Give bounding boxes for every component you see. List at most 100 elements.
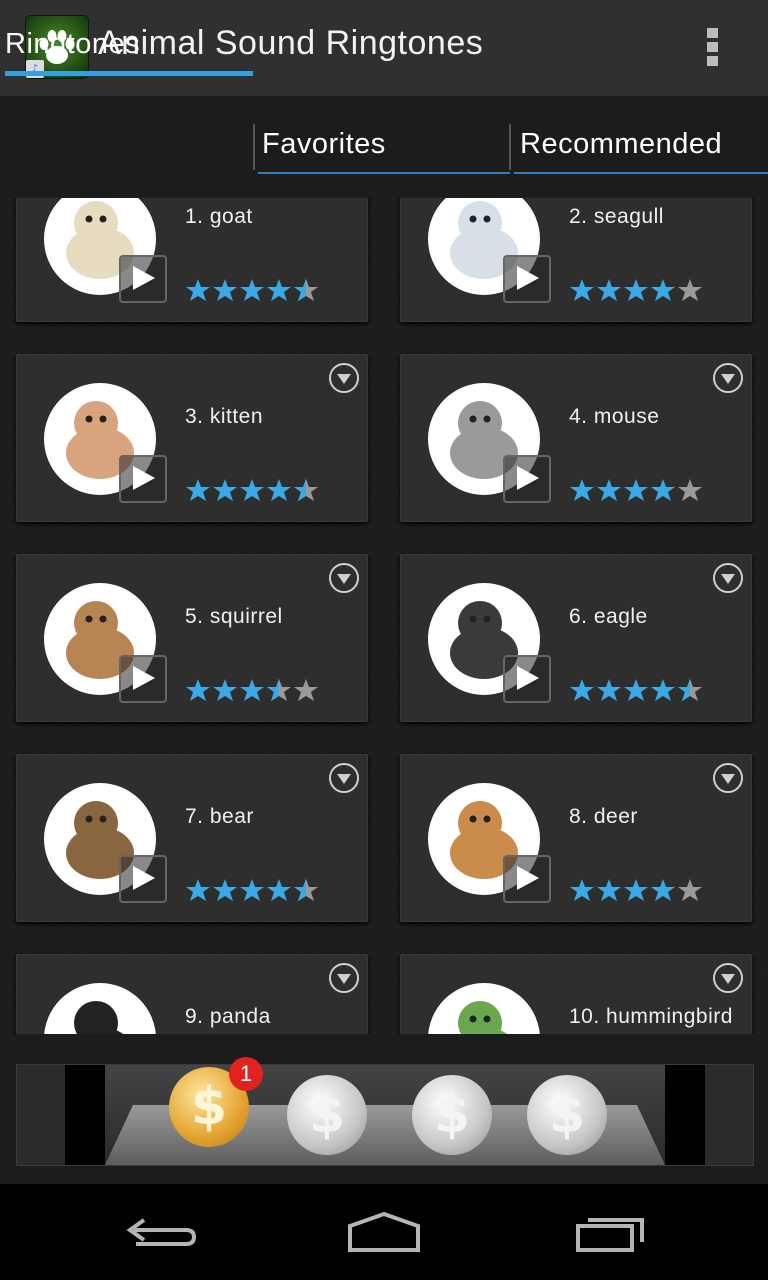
play-icon[interactable] [503, 655, 551, 703]
star-rating [185, 677, 320, 703]
ringtone-grid[interactable]: 1. goat 2. seagull 3. kitten 4. mouse 5.… [0, 198, 768, 1034]
star-icon [624, 479, 648, 501]
star-icon [186, 679, 210, 701]
star-icon [597, 479, 621, 501]
star-icon [624, 279, 648, 301]
star-icon [186, 879, 210, 901]
dropdown-arrow-icon[interactable] [713, 763, 743, 793]
overflow-menu-icon[interactable] [704, 28, 720, 72]
star-icon [624, 879, 648, 901]
tab-label: Ringtones [5, 28, 141, 60]
play-icon[interactable] [119, 655, 167, 703]
ringtone-card[interactable]: 10. hummingbird [400, 954, 752, 1034]
star-icon [267, 679, 291, 701]
star-rating [185, 277, 320, 303]
star-icon [294, 879, 318, 901]
notification-badge: 1 [229, 1057, 263, 1091]
play-icon[interactable] [503, 455, 551, 503]
star-icon [678, 879, 702, 901]
star-rating [185, 877, 320, 903]
ringtone-card[interactable]: 9. panda [16, 954, 368, 1034]
ringtone-card[interactable]: 5. squirrel [16, 554, 368, 722]
tab-label: Recommended [520, 128, 723, 160]
coin-bar[interactable]: $ 1 $ $ $ [16, 1057, 754, 1166]
ringtone-card[interactable]: 8. deer [400, 754, 752, 922]
star-rating [185, 477, 320, 503]
home-icon[interactable] [334, 1204, 434, 1260]
ringtone-title: 1. goat [185, 205, 253, 228]
tab-divider [509, 124, 511, 170]
star-icon [651, 679, 675, 701]
star-rating [569, 277, 704, 303]
star-icon [624, 679, 648, 701]
star-icon [294, 279, 318, 301]
recent-apps-icon[interactable] [560, 1204, 660, 1260]
star-rating [569, 877, 704, 903]
ringtone-title: 2. seagull [569, 205, 664, 228]
ringtone-card[interactable]: 4. mouse [400, 354, 752, 522]
star-icon [570, 279, 594, 301]
dropdown-arrow-icon[interactable] [713, 563, 743, 593]
star-icon [651, 479, 675, 501]
star-icon [678, 479, 702, 501]
star-icon [213, 279, 237, 301]
play-icon[interactable] [503, 255, 551, 303]
silver-coin-icon[interactable]: $ [287, 1075, 367, 1155]
ringtone-title: 7. bear [185, 805, 254, 828]
star-icon [213, 679, 237, 701]
ringtone-title: 4. mouse [569, 405, 660, 428]
star-icon [267, 879, 291, 901]
dropdown-arrow-icon[interactable] [329, 963, 359, 993]
ringtone-card[interactable]: 3. kitten [16, 354, 368, 522]
panda-icon [44, 983, 156, 1034]
star-icon [267, 479, 291, 501]
star-icon [240, 879, 264, 901]
ringtone-title: 9. panda [185, 1005, 271, 1028]
star-rating [569, 477, 704, 503]
star-icon [240, 479, 264, 501]
coin-bar-edge [665, 1065, 705, 1165]
star-rating [569, 677, 704, 703]
play-icon[interactable] [119, 855, 167, 903]
star-icon [240, 679, 264, 701]
star-icon [570, 479, 594, 501]
star-icon [651, 279, 675, 301]
star-icon [597, 879, 621, 901]
star-icon [570, 679, 594, 701]
star-icon [678, 279, 702, 301]
back-icon[interactable] [110, 1204, 210, 1260]
ringtone-title: 3. kitten [185, 405, 264, 428]
tab-label: Favorites [262, 128, 386, 160]
ringtone-card[interactable]: 2. seagull [400, 198, 752, 322]
star-icon [678, 679, 702, 701]
star-icon [597, 679, 621, 701]
tab-favorites[interactable]: Favorites [258, 128, 510, 174]
silver-coin-icon[interactable]: $ [527, 1075, 607, 1155]
star-icon [240, 279, 264, 301]
tab-recommended[interactable]: Recommended [514, 128, 768, 174]
star-icon [651, 879, 675, 901]
ringtone-card[interactable]: 1. goat [16, 198, 368, 322]
dropdown-arrow-icon[interactable] [329, 363, 359, 393]
dropdown-arrow-icon[interactable] [713, 963, 743, 993]
star-icon [213, 879, 237, 901]
play-icon[interactable] [119, 455, 167, 503]
dropdown-arrow-icon[interactable] [329, 763, 359, 793]
star-icon [213, 479, 237, 501]
silver-coin-icon[interactable]: $ [412, 1075, 492, 1155]
star-icon [294, 479, 318, 501]
star-icon [294, 679, 318, 701]
ringtone-card[interactable]: 6. eagle [400, 554, 752, 722]
coin-bar-edge [65, 1065, 105, 1165]
star-icon [186, 479, 210, 501]
play-icon[interactable] [503, 855, 551, 903]
hummingbird-icon [428, 983, 540, 1034]
star-icon [267, 279, 291, 301]
tab-ringtones[interactable]: Ringtones [5, 28, 253, 76]
ringtone-card[interactable]: 7. bear [16, 754, 368, 922]
ringtone-title: 5. squirrel [185, 605, 283, 628]
dropdown-arrow-icon[interactable] [329, 563, 359, 593]
system-nav-bar [0, 1184, 768, 1280]
dropdown-arrow-icon[interactable] [713, 363, 743, 393]
play-icon[interactable] [119, 255, 167, 303]
